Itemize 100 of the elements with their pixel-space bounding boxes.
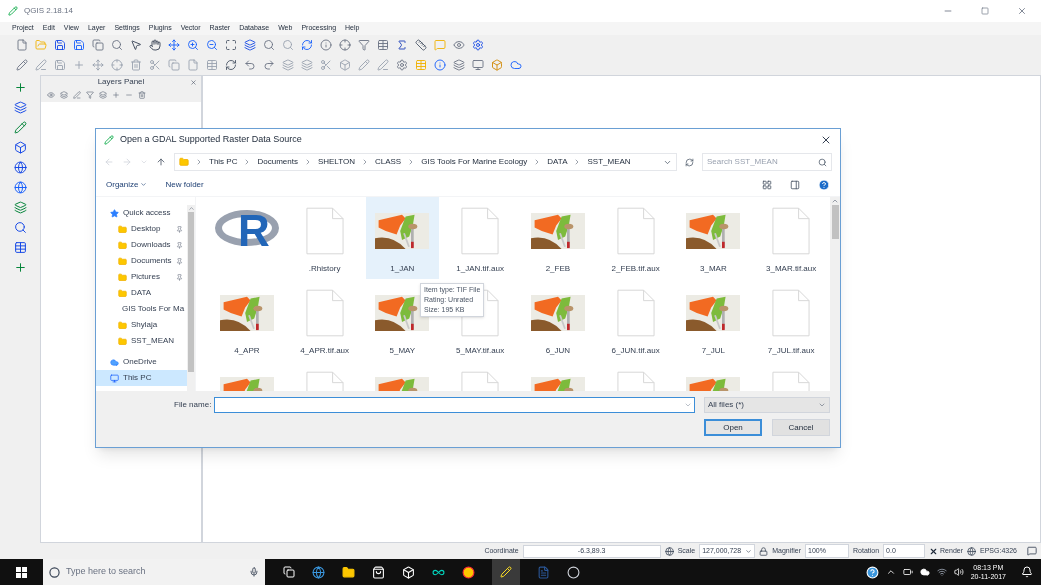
refresh-icon[interactable] bbox=[685, 157, 694, 167]
dialog-button[interactable]: Open bbox=[704, 419, 762, 436]
up-icon[interactable] bbox=[156, 157, 166, 167]
file-name[interactable]: 2_FEB.tif.aux bbox=[611, 263, 660, 275]
file-name[interactable]: 3_MAR bbox=[700, 263, 727, 275]
breadcrumb-item[interactable]: This PC bbox=[209, 156, 238, 168]
scrollbar[interactable] bbox=[830, 197, 840, 391]
breadcrumb-item[interactable]: CLASS bbox=[374, 156, 402, 168]
trash-icon[interactable] bbox=[130, 59, 142, 71]
taskbar-search-box[interactable]: Type here to search bbox=[43, 559, 265, 585]
search-box[interactable]: Search SST_MEAN bbox=[702, 153, 832, 171]
circle-icon[interactable] bbox=[462, 565, 475, 579]
task-view-icon[interactable] bbox=[283, 566, 295, 578]
file-icon[interactable] bbox=[16, 39, 28, 51]
save-edits-icon[interactable] bbox=[54, 59, 66, 71]
toolbar-button[interactable]: Organize bbox=[106, 178, 148, 191]
taskbar-app[interactable] bbox=[492, 559, 520, 585]
globe-icon[interactable] bbox=[13, 161, 27, 174]
ruler-icon[interactable] bbox=[415, 39, 427, 51]
file-name[interactable]: 1_JAN.tif.aux bbox=[456, 263, 504, 275]
redo-icon[interactable] bbox=[263, 59, 275, 71]
shopping-bag-icon[interactable] bbox=[372, 565, 385, 579]
file-name-field[interactable] bbox=[214, 397, 695, 413]
nav-item[interactable]: GIS Tools For Ma bbox=[96, 301, 187, 317]
box-icon[interactable] bbox=[402, 565, 415, 579]
globe-icon[interactable] bbox=[312, 565, 325, 579]
taskbar-search[interactable]: Type here to search bbox=[66, 565, 243, 579]
scrollbar-thumb[interactable] bbox=[831, 205, 839, 239]
move-icon[interactable] bbox=[168, 39, 180, 51]
nav-item[interactable]: Quick access bbox=[96, 205, 187, 221]
breadcrumb-item[interactable]: SST_MEAN bbox=[587, 156, 631, 168]
scroll-up-icon[interactable] bbox=[831, 197, 839, 205]
lock-icon[interactable] bbox=[759, 546, 769, 556]
edit-icon[interactable] bbox=[35, 59, 47, 71]
file-name[interactable]: 7_JUL bbox=[701, 345, 725, 357]
speaker-icon[interactable] bbox=[953, 567, 964, 577]
save-as-icon[interactable] bbox=[73, 39, 85, 51]
file-name[interactable]: 4_APR bbox=[234, 345, 260, 357]
scroll-up-icon[interactable] bbox=[187, 205, 195, 212]
message-icon[interactable] bbox=[1027, 546, 1037, 556]
undo-icon[interactable] bbox=[244, 59, 256, 71]
info-icon[interactable] bbox=[320, 39, 332, 51]
globe-icon[interactable] bbox=[664, 546, 674, 556]
chevron-up-icon[interactable] bbox=[885, 567, 896, 577]
file-name[interactable]: 3_MAR.tif.aux bbox=[766, 263, 817, 275]
preview-pane-icon[interactable] bbox=[790, 179, 800, 190]
scrollbar[interactable] bbox=[187, 205, 195, 391]
table-icon[interactable] bbox=[377, 39, 389, 51]
eye-icon[interactable] bbox=[453, 39, 465, 51]
scrollbar-thumb[interactable] bbox=[188, 212, 194, 372]
scissors-icon[interactable] bbox=[149, 59, 161, 71]
filter-icon[interactable] bbox=[358, 39, 370, 51]
selected-file-highlight[interactable]: 1_JAN bbox=[365, 197, 440, 279]
nav-item[interactable]: This PC bbox=[96, 370, 187, 386]
view-icon[interactable] bbox=[762, 179, 772, 190]
toolbar-button[interactable]: New folder bbox=[165, 178, 204, 191]
breadcrumb-item[interactable]: Documents bbox=[257, 156, 298, 168]
file-name[interactable]: 5_MAY.tif.aux bbox=[456, 345, 505, 357]
maximize-icon[interactable] bbox=[981, 7, 989, 15]
copy-icon[interactable] bbox=[92, 39, 104, 51]
nav-item[interactable]: SST_MEAN bbox=[96, 333, 187, 349]
nav-item[interactable]: Pictures bbox=[96, 269, 187, 285]
crs-icon[interactable] bbox=[967, 546, 977, 556]
pointer-icon[interactable] bbox=[130, 39, 142, 51]
hand-icon[interactable] bbox=[149, 39, 161, 51]
magnifier-icon[interactable] bbox=[111, 39, 123, 51]
gear-icon[interactable] bbox=[396, 59, 408, 71]
info-icon[interactable] bbox=[434, 59, 446, 71]
windows-logo-icon[interactable] bbox=[16, 566, 27, 578]
zoom-out-icon[interactable] bbox=[206, 39, 218, 51]
folder-icon[interactable] bbox=[342, 565, 355, 579]
file-name[interactable]: .Rhistory bbox=[308, 263, 341, 275]
cloud-icon[interactable] bbox=[919, 567, 930, 577]
file-name[interactable]: 5_MAY bbox=[389, 345, 416, 357]
save-icon[interactable] bbox=[54, 39, 66, 51]
zoom-in-icon[interactable] bbox=[187, 39, 199, 51]
close-icon[interactable] bbox=[820, 134, 832, 146]
nav-item[interactable]: DATA bbox=[96, 285, 187, 301]
sigma-icon[interactable] bbox=[396, 39, 408, 51]
wifi-icon[interactable] bbox=[936, 567, 947, 577]
search-field[interactable]: Search SST_MEAN bbox=[707, 156, 818, 168]
nav-item[interactable]: OneDrive bbox=[96, 354, 187, 370]
file-type-select[interactable]: All files (*) bbox=[704, 397, 830, 413]
file-name[interactable]: 7_JUL.tif.aux bbox=[767, 345, 815, 357]
nav-item[interactable]: Shylaja bbox=[96, 317, 187, 333]
dialog-button[interactable]: Cancel bbox=[772, 419, 830, 436]
battery-icon[interactable] bbox=[902, 567, 913, 577]
file-name[interactable]: 6_JUN bbox=[545, 345, 571, 357]
locate-icon[interactable] bbox=[13, 221, 27, 234]
breadcrumb-item[interactable]: DATA bbox=[547, 156, 568, 168]
help-icon[interactable] bbox=[865, 565, 879, 579]
notification-icon[interactable] bbox=[1021, 566, 1033, 578]
breadcrumb-item[interactable]: GIS Tools For Marine Ecology bbox=[421, 156, 528, 168]
pencil-icon[interactable] bbox=[16, 59, 28, 71]
refresh-icon[interactable] bbox=[301, 39, 313, 51]
address-bar[interactable]: This PC Documents SHELTON CLASS GIS Tools For Marine Ecology DATA SST_MEAN bbox=[174, 153, 677, 171]
layers-icon[interactable] bbox=[453, 59, 465, 71]
nav-item[interactable]: Desktop bbox=[96, 221, 187, 237]
breadcrumb-item[interactable]: SHELTON bbox=[317, 156, 355, 168]
nav-item[interactable]: Downloads bbox=[96, 237, 187, 253]
